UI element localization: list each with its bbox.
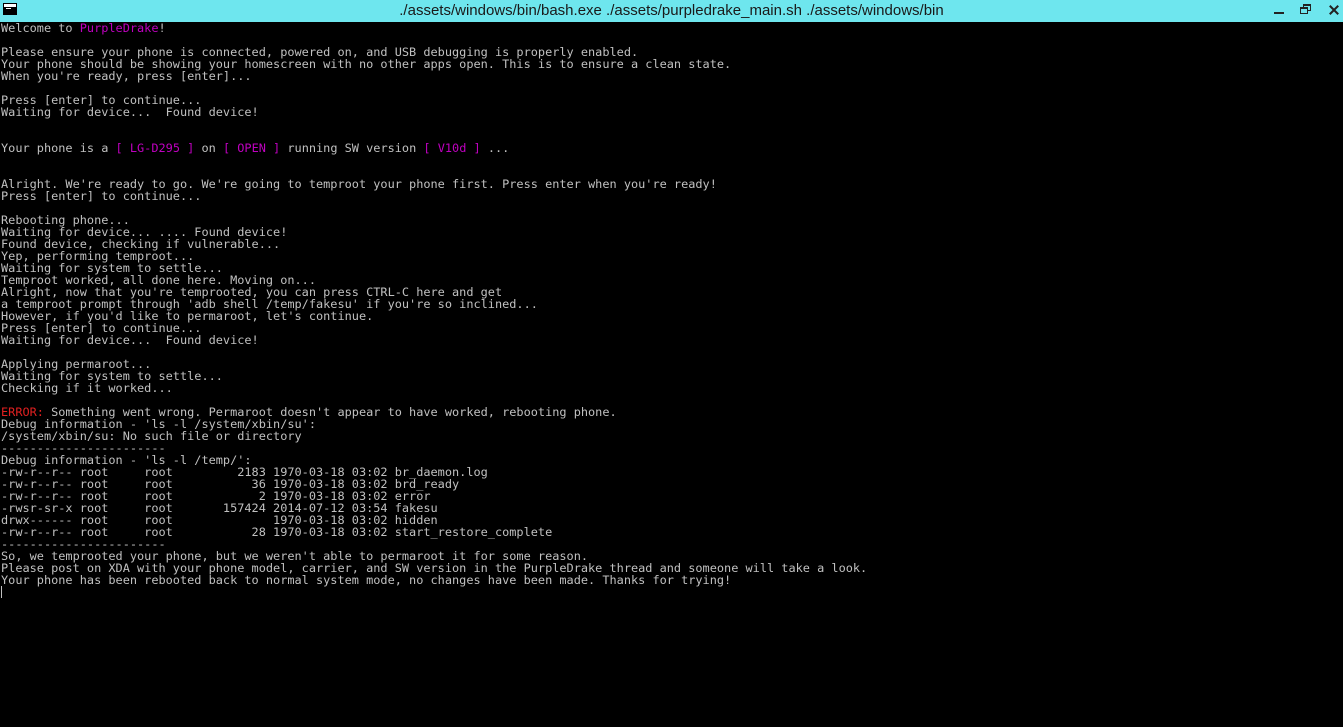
- console-text: ...: [480, 141, 510, 155]
- console-line: When you're ready, press [enter]...: [1, 70, 1331, 82]
- console-line: Your phone is a [ LG-D295 ] on [ OPEN ] …: [1, 142, 1331, 154]
- console-line: Checking if it worked...: [1, 382, 1331, 394]
- console-text: Checking if it worked...: [1, 381, 173, 395]
- console-text: When you're ready, press [enter]...: [1, 69, 252, 83]
- console-line: -rw-r--r-- root root 28 1970-03-18 03:02…: [1, 526, 1331, 538]
- console-line: Found device, checking if vulnerable...: [1, 238, 1331, 250]
- console-text: !: [158, 22, 166, 35]
- terminal-window: ./assets/windows/bin/bash.exe ./assets/p…: [0, 0, 1343, 727]
- console-line: Welcome to PurpleDrake!: [1, 22, 1331, 34]
- highlighted-text: [ LG-D295 ]: [115, 141, 195, 155]
- console-text: Waiting for device... Found device!: [1, 105, 259, 119]
- console-text: Press [enter] to continue...: [1, 189, 202, 203]
- highlighted-text: [ OPEN ]: [222, 141, 281, 155]
- text-cursor: [1, 586, 2, 598]
- close-button[interactable]: [1320, 0, 1343, 20]
- console-text: Welcome to: [1, 22, 80, 35]
- minimize-icon: [1274, 12, 1284, 14]
- console-line: /system/xbin/su: No such file or directo…: [1, 430, 1331, 442]
- console-text: running SW version: [280, 141, 424, 155]
- console-line: Waiting for system to settle...: [1, 370, 1331, 382]
- window-title: ./assets/windows/bin/bash.exe ./assets/p…: [399, 2, 944, 19]
- console-text: Waiting for device... Found device!: [1, 333, 259, 347]
- console-line: Your phone has been rebooted back to nor…: [1, 574, 1331, 586]
- console-output[interactable]: Welcome to PurpleDrake! Please ensure you…: [1, 22, 1331, 722]
- highlighted-text: PurpleDrake: [79, 22, 159, 35]
- console-text: Your phone has been rebooted back to nor…: [1, 573, 732, 587]
- minimize-button[interactable]: [1265, 0, 1293, 20]
- console-text: Your phone is a: [1, 141, 116, 155]
- console-text: on: [194, 141, 223, 155]
- maximize-button[interactable]: [1292, 0, 1320, 20]
- console-line: Waiting for device... Found device!: [1, 334, 1331, 346]
- console-line: Press [enter] to continue...: [1, 190, 1331, 202]
- title-bar[interactable]: ./assets/windows/bin/bash.exe ./assets/p…: [0, 0, 1343, 22]
- console-line: Waiting for device... Found device!: [1, 106, 1331, 118]
- prompt-line[interactable]: [1, 586, 1331, 598]
- highlighted-text: [ V10d ]: [423, 141, 481, 155]
